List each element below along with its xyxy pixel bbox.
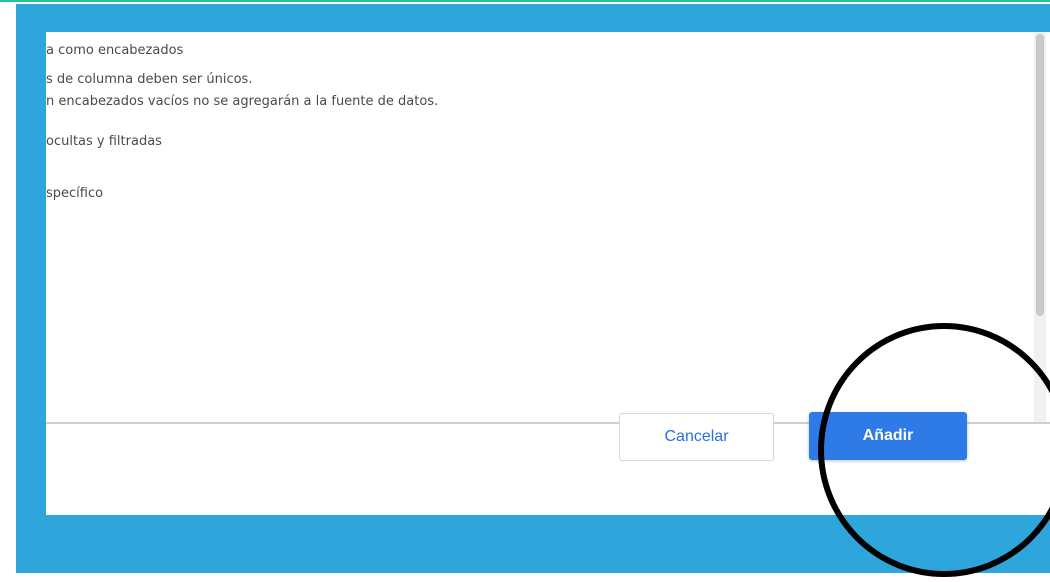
option-use-headers: a como encabezados [46, 43, 184, 58]
dialog-scrollbar[interactable] [1034, 32, 1046, 424]
option-note-empty-headers: n encabezados vacíos no se agregarán a l… [46, 94, 439, 109]
option-hidden-filtered: ocultas y filtradas [46, 134, 162, 149]
option-note-unique-columns: s de columna deben ser únicos. [46, 72, 253, 87]
option-specific-range: specífico [46, 186, 104, 201]
add-button[interactable]: Añadir [809, 412, 967, 460]
cancel-button[interactable]: Cancelar [619, 413, 774, 461]
top-accent-bar [0, 0, 1050, 2]
scrollbar-thumb[interactable] [1036, 34, 1044, 316]
